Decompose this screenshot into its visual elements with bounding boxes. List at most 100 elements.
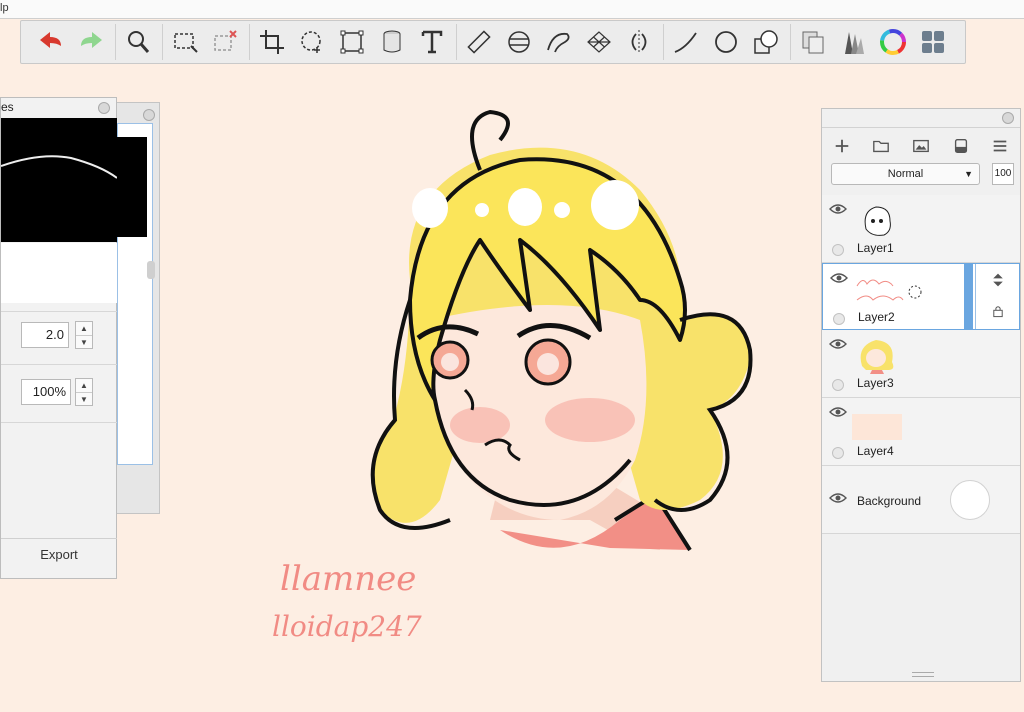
opacity-row: 100% ▲ ▼ xyxy=(1,364,117,423)
shape-icon xyxy=(754,30,778,54)
chevron-down-icon: ▼ xyxy=(964,169,973,179)
ruler-tool[interactable] xyxy=(461,24,497,60)
text-tool[interactable] xyxy=(414,24,450,60)
color-wheel-button[interactable] xyxy=(875,24,911,60)
pressure-curve-preview[interactable] xyxy=(0,118,118,242)
transform-icon xyxy=(340,30,364,54)
panels-grid-icon xyxy=(922,31,944,53)
fill-tool[interactable] xyxy=(374,24,410,60)
visibility-eye-icon[interactable] xyxy=(829,338,847,350)
stroke-icon xyxy=(674,32,697,53)
chevron-up-icon[interactable]: ▲ xyxy=(76,379,92,393)
size-field[interactable]: 2.0 xyxy=(21,322,69,348)
signature-line1: llamnee xyxy=(280,559,416,599)
signature-line2: lloidap247 xyxy=(272,610,422,643)
add-layer-button[interactable] xyxy=(831,135,853,157)
brush-library-button[interactable] xyxy=(835,24,871,60)
ruler-icon xyxy=(467,30,491,54)
toolbar-divider xyxy=(115,24,116,60)
panels-button[interactable] xyxy=(915,24,951,60)
menu-help[interactable]: lp xyxy=(0,2,9,14)
undo-button[interactable] xyxy=(33,24,69,60)
layer-name: Layer1 xyxy=(857,241,894,255)
ellipse-tool[interactable] xyxy=(708,24,744,60)
close-icon[interactable] xyxy=(143,109,155,121)
layer-thumbnail xyxy=(852,414,902,440)
rect-select-tool[interactable] xyxy=(167,24,203,60)
layer-select-radio[interactable] xyxy=(832,244,844,256)
symmetry-icon xyxy=(631,30,647,54)
curve-guide-tool[interactable] xyxy=(541,24,577,60)
export-button[interactable]: Export xyxy=(1,538,117,571)
layers-panel: Normal ▼ 100 Layer1 Layer2 Layer3 Layer4… xyxy=(821,108,1021,682)
layer-row-layer1[interactable]: Layer1 xyxy=(822,195,1020,263)
magnifier-icon xyxy=(128,31,150,53)
zoom-tool[interactable] xyxy=(120,24,156,60)
layer-row-layer2[interactable]: Layer2 xyxy=(822,263,1020,330)
drawing: llamnee lloidap247 xyxy=(272,109,753,643)
redo-icon xyxy=(81,32,102,48)
layer-select-radio[interactable] xyxy=(832,447,844,459)
crop-icon xyxy=(260,30,284,54)
layer-row-layer4[interactable]: Layer4 xyxy=(822,398,1020,466)
visibility-eye-icon[interactable] xyxy=(829,406,847,418)
layer-row-layer3[interactable]: Layer3 xyxy=(822,330,1020,398)
visibility-eye-icon[interactable] xyxy=(829,203,847,215)
redo-button[interactable] xyxy=(73,24,109,60)
layer-mask-icon xyxy=(954,139,967,153)
layer-properties-button[interactable] xyxy=(950,135,972,157)
toolbar-divider xyxy=(790,24,791,60)
ellipse-guide-tool[interactable] xyxy=(501,24,537,60)
visibility-eye-icon[interactable] xyxy=(829,492,847,504)
size-stepper[interactable]: ▲ ▼ xyxy=(75,321,93,349)
perspective-tool[interactable] xyxy=(581,24,617,60)
lock-icon[interactable] xyxy=(991,304,1005,318)
stroke-tool[interactable] xyxy=(668,24,704,60)
opacity-stepper[interactable]: ▲ ▼ xyxy=(75,378,93,406)
layer-toolbar xyxy=(822,131,1020,161)
layer-thumbnail xyxy=(864,206,891,236)
ellipse-icon xyxy=(715,31,737,53)
brush-settings-panel: es 2.0 ▲ ▼ 100% ▲ ▼ Export xyxy=(0,97,118,579)
blend-mode-dropdown[interactable]: Normal ▼ xyxy=(831,163,980,185)
deselect-tool[interactable] xyxy=(207,24,243,60)
rect-select-icon xyxy=(174,33,198,53)
menu-bar: lp xyxy=(0,0,1024,19)
close-icon[interactable] xyxy=(98,102,110,114)
color-wheel-icon xyxy=(880,29,906,55)
chevron-down-icon[interactable]: ▼ xyxy=(76,393,92,406)
resize-grip[interactable] xyxy=(912,672,934,677)
visibility-eye-icon[interactable] xyxy=(830,272,848,284)
brushes-icon xyxy=(845,32,864,54)
perspective-grid-icon xyxy=(587,31,611,53)
layer-actions xyxy=(975,264,1020,329)
opacity-field[interactable]: 100% xyxy=(21,379,71,405)
add-folder-button[interactable] xyxy=(870,135,892,157)
transform-tool[interactable] xyxy=(334,24,370,60)
layer-row-background[interactable]: Background xyxy=(822,466,1020,534)
move-tool[interactable] xyxy=(294,24,330,60)
size-row: 2.0 ▲ ▼ xyxy=(1,311,117,365)
shape-tool[interactable] xyxy=(748,24,784,60)
reorder-icon[interactable] xyxy=(990,272,1006,288)
scrollbar-thumb[interactable] xyxy=(147,261,155,279)
layer-selection-handle[interactable] xyxy=(964,264,973,329)
undo-icon xyxy=(40,32,61,48)
layer-menu-button[interactable] xyxy=(989,135,1011,157)
copy-tool[interactable] xyxy=(795,24,831,60)
layer-list: Layer1 Layer2 Layer3 Layer4 Background xyxy=(822,195,1020,534)
chevron-up-icon[interactable]: ▲ xyxy=(76,322,92,336)
close-icon[interactable] xyxy=(1002,112,1014,124)
crop-tool[interactable] xyxy=(254,24,290,60)
layer-select-radio[interactable] xyxy=(833,313,845,325)
chevron-down-icon[interactable]: ▼ xyxy=(76,336,92,349)
add-image-button[interactable] xyxy=(910,135,932,157)
symmetry-tool[interactable] xyxy=(621,24,657,60)
canvas-artwork[interactable]: llamnee lloidap247 xyxy=(260,100,780,660)
layer-name: Background xyxy=(857,494,922,508)
background-color-swatch[interactable] xyxy=(950,480,990,520)
layer-opacity-field[interactable]: 100 xyxy=(992,163,1014,185)
ellipse-guide-icon xyxy=(508,31,530,53)
toolbar-divider xyxy=(249,24,250,60)
layer-select-radio[interactable] xyxy=(832,379,844,391)
